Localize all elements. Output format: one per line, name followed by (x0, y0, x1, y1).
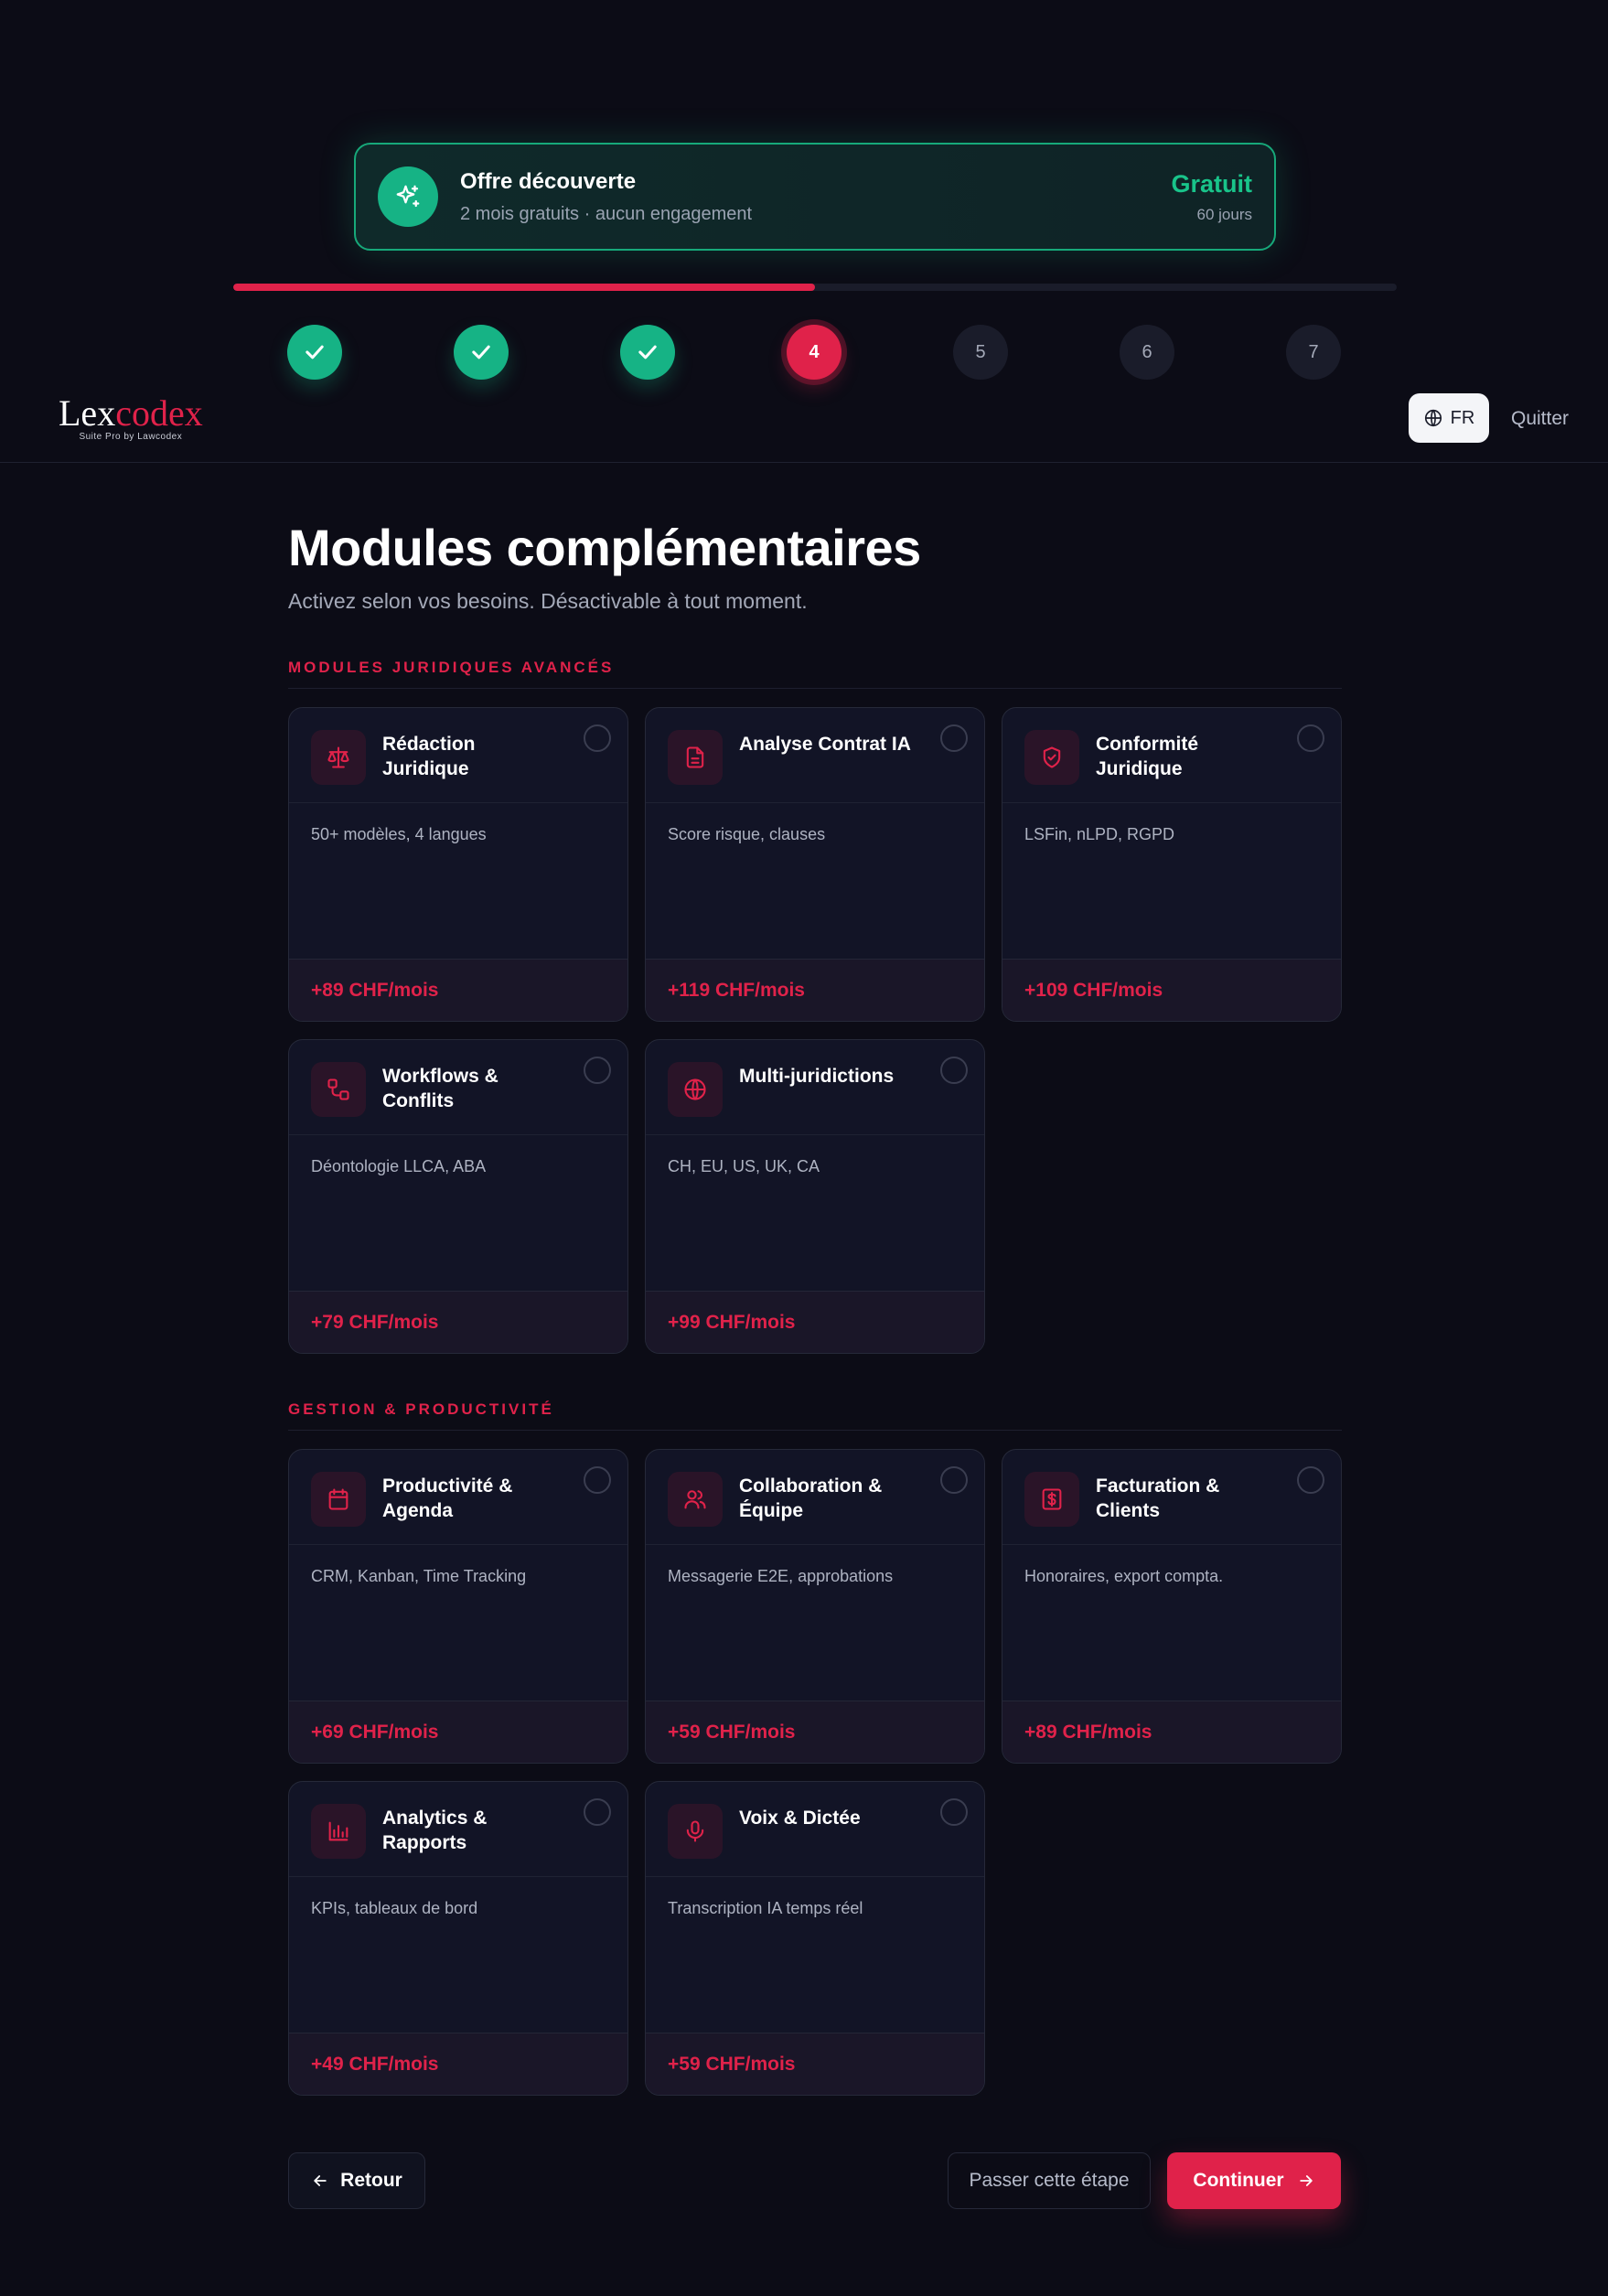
progress-bar (233, 284, 1397, 291)
module-price: +119 CHF/mois (646, 959, 984, 1021)
sparkles-icon (378, 166, 438, 227)
module-card-redaction[interactable]: Rédaction Juridique 50+ modèles, 4 langu… (288, 707, 628, 1022)
section-title-legal: MODULES JURIDIQUES AVANCÉS (288, 659, 1342, 689)
arrow-right-icon (1299, 2175, 1313, 2186)
module-name: Workflows & Conflits (382, 1066, 498, 1111)
offer-duration: 60 jours (1196, 205, 1252, 223)
progress-fill (233, 284, 815, 291)
module-select-radio[interactable] (940, 1466, 968, 1494)
module-select-radio[interactable] (1297, 724, 1324, 752)
module-price: +89 CHF/mois (289, 959, 627, 1021)
module-description: CRM, Kanban, Time Tracking (311, 1567, 527, 1585)
stepper: 4 5 6 7 (0, 325, 1608, 380)
module-name: Collaboration & Équipe (739, 1475, 883, 1521)
logo-part-codex: codex (115, 392, 203, 434)
logo-tagline: Suite Pro by Lawcodex (79, 432, 183, 442)
offer-banner: Offre découverte 2 mois gratuits · aucun… (354, 143, 1276, 251)
module-description: 50+ modèles, 4 langues (311, 825, 487, 843)
module-name: Facturation & Clients (1096, 1475, 1220, 1521)
back-label: Retour (340, 2170, 402, 2191)
module-card-productivite[interactable]: Productivité & Agenda CRM, Kanban, Time … (288, 1449, 628, 1764)
page-subtitle: Activez selon vos besoins. Désactivable … (288, 589, 808, 613)
module-description: KPIs, tableaux de bord (311, 1899, 478, 1917)
module-price: +79 CHF/mois (289, 1291, 627, 1353)
document-icon (668, 730, 723, 785)
module-price: +69 CHF/mois (289, 1701, 627, 1763)
logo-part-lex: Lex (59, 392, 116, 434)
module-description: Honoraires, export compta. (1024, 1567, 1224, 1585)
module-name: Productivité & Agenda (382, 1475, 513, 1521)
module-price: +89 CHF/mois (1002, 1701, 1341, 1763)
invoice-icon (1024, 1472, 1079, 1527)
module-card-analyse-contrat[interactable]: Analyse Contrat IA Score risque, clauses… (645, 707, 985, 1022)
step-4[interactable]: 4 (787, 325, 842, 380)
step-7[interactable]: 7 (1286, 325, 1341, 380)
module-name: Multi-juridictions (739, 1066, 895, 1087)
step-5[interactable]: 5 (953, 325, 1008, 380)
step-3[interactable] (620, 325, 675, 380)
page-title: Modules complémentaires (288, 519, 921, 576)
bar-chart-icon (311, 1804, 366, 1859)
continue-button[interactable]: Continuer (1167, 2152, 1341, 2209)
globe-icon (668, 1062, 723, 1117)
module-card-analytics[interactable]: Analytics & Rapports KPIs, tableaux de b… (288, 1781, 628, 2096)
module-name: Analyse Contrat IA (739, 734, 911, 755)
users-icon (668, 1472, 723, 1527)
offer-subtitle: 2 mois gratuits · aucun engagement (460, 203, 753, 224)
module-select-radio[interactable] (1297, 1466, 1324, 1494)
module-name: Conformité Juridique (1096, 734, 1198, 779)
shield-check-icon (1024, 730, 1079, 785)
module-name: Analytics & Rapports (382, 1808, 488, 1853)
module-select-radio[interactable] (940, 724, 968, 752)
continue-label: Continuer (1193, 2170, 1284, 2191)
module-description: CH, EU, US, UK, CA (668, 1157, 820, 1175)
offer-title: Offre découverte (460, 168, 637, 194)
module-select-radio[interactable] (584, 724, 611, 752)
check-icon (306, 345, 324, 359)
module-select-radio[interactable] (584, 1798, 611, 1826)
module-card-workflows[interactable]: Workflows & Conflits Déontologie LLCA, A… (288, 1039, 628, 1354)
skip-button[interactable]: Passer cette étape (948, 2152, 1151, 2209)
language-selector[interactable]: FR (1409, 393, 1489, 443)
back-button[interactable]: Retour (288, 2152, 425, 2209)
quit-link[interactable]: Quitter (1511, 408, 1569, 430)
check-icon (638, 345, 657, 359)
module-description: Score risque, clauses (668, 825, 826, 843)
module-description: Messagerie E2E, approbations (668, 1567, 894, 1585)
step-6[interactable]: 6 (1120, 325, 1174, 380)
microphone-icon (668, 1804, 723, 1859)
module-description: Transcription IA temps réel (668, 1899, 863, 1917)
module-price: +59 CHF/mois (646, 1701, 984, 1763)
module-card-voix[interactable]: Voix & Dictée Transcription IA temps rée… (645, 1781, 985, 2096)
step-2[interactable] (454, 325, 509, 380)
module-card-facturation[interactable]: Facturation & Clients Honoraires, export… (1002, 1449, 1342, 1764)
arrow-left-icon (314, 2175, 327, 2186)
module-select-radio[interactable] (940, 1057, 968, 1084)
logo[interactable]: Lexcodex Suite Pro by Lawcodex (59, 392, 203, 443)
module-price: +59 CHF/mois (646, 2033, 984, 2095)
module-name: Rédaction Juridique (382, 734, 476, 779)
module-select-radio[interactable] (584, 1057, 611, 1084)
module-description: Déontologie LLCA, ABA (311, 1157, 487, 1175)
step-1[interactable] (287, 325, 342, 380)
module-description: LSFin, nLPD, RGPD (1024, 825, 1175, 843)
module-select-radio[interactable] (584, 1466, 611, 1494)
header: Lexcodex Suite Pro by Lawcodex FR Quitte… (0, 382, 1608, 463)
workflow-icon (311, 1062, 366, 1117)
module-card-collaboration[interactable]: Collaboration & Équipe Messagerie E2E, a… (645, 1449, 985, 1764)
module-name: Voix & Dictée (739, 1808, 861, 1829)
language-label: FR (1450, 407, 1475, 428)
offer-price: Gratuit (1171, 169, 1252, 198)
globe-icon (1424, 409, 1442, 427)
module-card-conformite[interactable]: Conformité Juridique LSFin, nLPD, RGPD +… (1002, 707, 1342, 1022)
check-icon (472, 345, 490, 359)
section-title-productivity: GESTION & PRODUCTIVITÉ (288, 1400, 1342, 1431)
module-select-radio[interactable] (940, 1798, 968, 1826)
calendar-icon (311, 1472, 366, 1527)
module-price: +109 CHF/mois (1002, 959, 1341, 1021)
module-price: +99 CHF/mois (646, 1291, 984, 1353)
module-price: +49 CHF/mois (289, 2033, 627, 2095)
scale-icon (311, 730, 366, 785)
module-card-multi-juridictions[interactable]: Multi-juridictions CH, EU, US, UK, CA +9… (645, 1039, 985, 1354)
